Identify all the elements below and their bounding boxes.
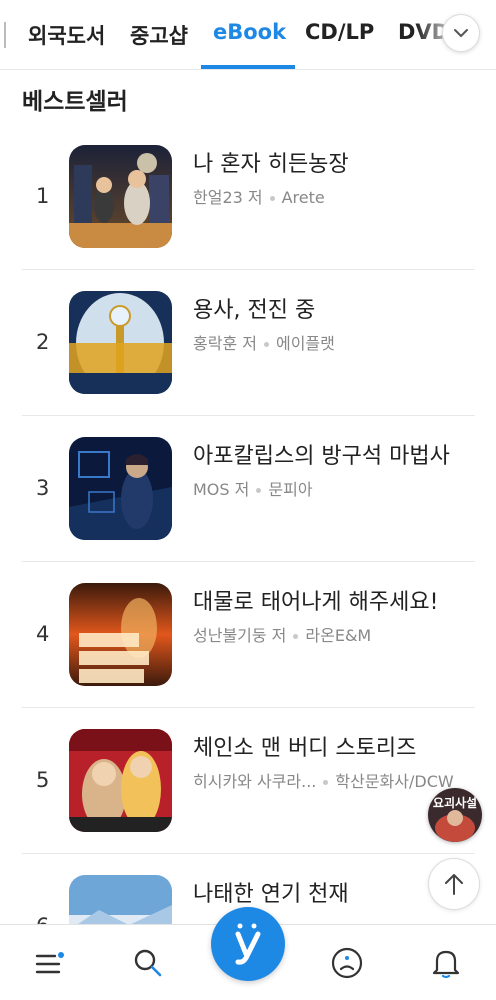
nav-search-button[interactable] bbox=[128, 943, 168, 983]
list-item[interactable]: 5 체인소 맨 버디 스토리즈 히시카와 사쿠라... 학산문화사/DCW bbox=[0, 708, 496, 854]
bell-icon bbox=[432, 950, 460, 979]
book-publisher: 라온E&M bbox=[305, 626, 372, 645]
tab-used-shop[interactable]: 중고샵 bbox=[130, 20, 188, 50]
book-meta: 홍락훈 저 에이플랫 bbox=[193, 330, 335, 354]
nav-menu-button[interactable] bbox=[29, 943, 69, 983]
active-tab-indicator bbox=[201, 65, 295, 69]
separator-dot bbox=[323, 780, 329, 785]
rank-number: 4 bbox=[36, 622, 50, 646]
book-title[interactable]: 아포칼립스의 방구석 마법사 bbox=[193, 438, 450, 470]
book-meta: 성난불기둥 저 라온E&M bbox=[193, 622, 371, 646]
book-cover[interactable] bbox=[69, 437, 172, 540]
nav-my-account-button[interactable] bbox=[327, 943, 367, 983]
section-title: 베스트셀러 bbox=[22, 89, 128, 115]
book-author: 한얼23 저 bbox=[193, 188, 263, 207]
nav-notifications-button[interactable] bbox=[426, 943, 466, 983]
search-icon bbox=[134, 949, 162, 977]
book-author: MOS 저 bbox=[193, 480, 250, 499]
book-author: 홍락훈 저 bbox=[193, 334, 257, 353]
list-item[interactable]: 4 대물로 태어나게 해주세요! 성난불기둥 저 라온E&M bbox=[0, 562, 496, 708]
separator-dot bbox=[256, 488, 262, 493]
list-item[interactable]: 3 아포칼립스의 방구석 마법사 MOS 저 문피아 bbox=[0, 416, 496, 562]
bestseller-list: 1 나 혼자 히든농장 한얼23 저 Arete 2 용사, 전진 중 홍락훈 … bbox=[0, 124, 496, 1000]
book-title[interactable]: 대물로 태어나게 해주세요! bbox=[193, 584, 438, 616]
book-author: 성난불기둥 저 bbox=[193, 626, 287, 645]
rank-number: 2 bbox=[36, 330, 50, 354]
book-meta: 한얼23 저 Arete bbox=[193, 184, 325, 208]
book-title[interactable]: 용사, 전진 중 bbox=[193, 292, 315, 324]
scroll-to-top-button[interactable] bbox=[428, 858, 480, 910]
book-cover[interactable] bbox=[69, 145, 172, 248]
book-author: 히시카와 사쿠라... bbox=[193, 772, 317, 791]
tab-cd-lp[interactable]: CD/LP bbox=[305, 20, 374, 44]
separator-dot bbox=[263, 342, 269, 347]
book-publisher: 에이플랫 bbox=[275, 334, 335, 353]
tabs-expand-button[interactable] bbox=[442, 14, 480, 52]
my-account-icon bbox=[331, 947, 363, 979]
book-title[interactable]: 체인소 맨 버디 스토리즈 bbox=[193, 730, 416, 762]
rank-number: 5 bbox=[36, 768, 50, 792]
rank-number: 1 bbox=[36, 184, 50, 208]
list-item[interactable]: 1 나 혼자 히든농장 한얼23 저 Arete bbox=[0, 124, 496, 270]
rank-number: 3 bbox=[36, 476, 50, 500]
book-publisher: 문피아 bbox=[268, 480, 313, 499]
book-cover[interactable] bbox=[69, 583, 172, 686]
tab-ebook[interactable]: eBook bbox=[213, 20, 286, 44]
separator-dot bbox=[293, 634, 299, 639]
menu-icon bbox=[35, 952, 64, 974]
book-cover[interactable] bbox=[69, 291, 172, 394]
ad-label: 요괴사설 bbox=[432, 796, 478, 810]
nav-home-button[interactable] bbox=[211, 907, 285, 981]
book-meta: MOS 저 문피아 bbox=[193, 476, 313, 500]
book-title[interactable]: 나 혼자 히든농장 bbox=[193, 146, 349, 178]
book-publisher: Arete bbox=[281, 188, 325, 207]
home-logo-icon bbox=[235, 923, 261, 965]
separator-dot bbox=[269, 196, 275, 201]
chevron-down-icon bbox=[454, 29, 468, 37]
category-tabs: 외국도서 중고샵 eBook CD/LP DVD bbox=[0, 0, 496, 70]
book-cover[interactable] bbox=[69, 729, 172, 832]
book-title[interactable]: 나태한 연기 천재 bbox=[193, 876, 349, 908]
book-meta: 히시카와 사쿠라... 학산문화사/DCW bbox=[193, 768, 454, 792]
previous-tab-edge bbox=[4, 22, 6, 48]
tab-foreign-books[interactable]: 외국도서 bbox=[28, 20, 105, 50]
floating-ad-banner[interactable]: 요괴사설 bbox=[428, 788, 482, 842]
arrow-up-icon bbox=[445, 874, 463, 895]
list-item[interactable]: 2 용사, 전진 중 홍락훈 저 에이플랫 bbox=[0, 270, 496, 416]
bottom-navigation bbox=[0, 907, 496, 1000]
